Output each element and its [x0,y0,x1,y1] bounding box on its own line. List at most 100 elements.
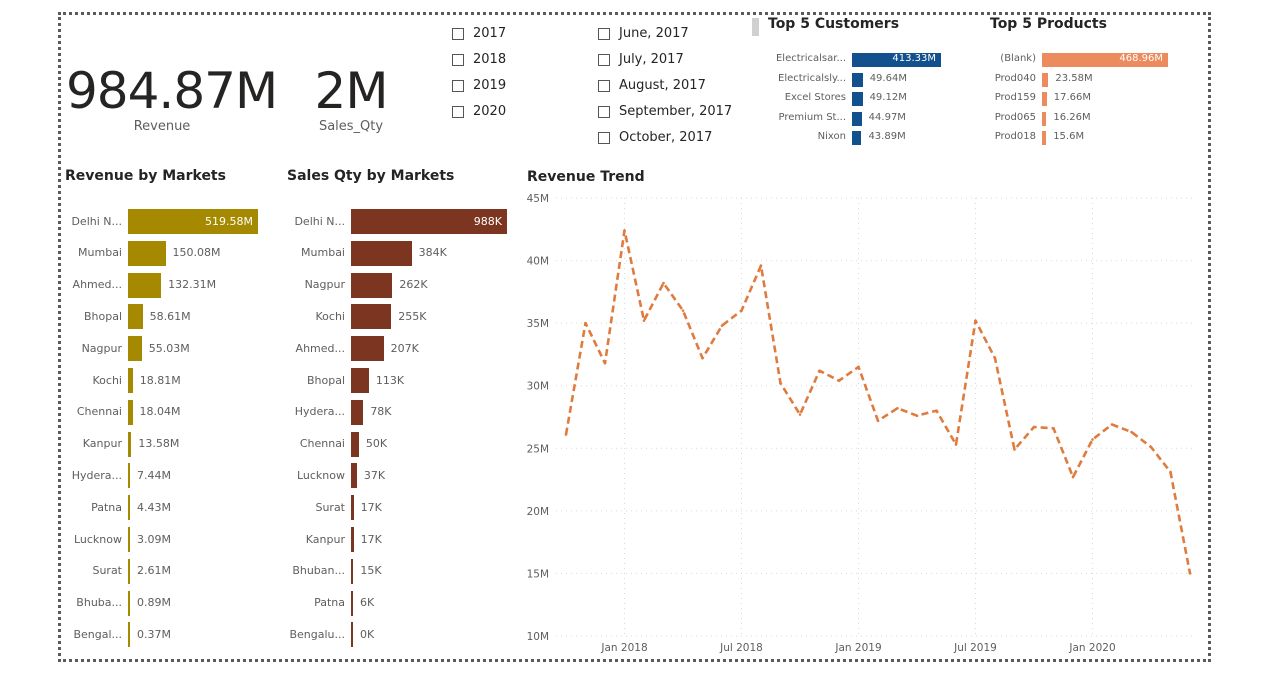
checkbox-icon[interactable] [452,27,464,40]
bar[interactable] [351,304,392,330]
bar[interactable] [351,240,412,266]
bar[interactable] [351,336,384,362]
bar[interactable] [128,336,142,362]
data-label: 23.58M [1055,72,1093,84]
bar[interactable] [128,527,130,552]
bar[interactable] [852,92,863,107]
bar[interactable] [128,431,132,457]
data-label: 2.61M [137,564,171,578]
bar[interactable] [128,495,130,521]
data-label: 37K [363,468,386,482]
data-label: 15.6M [1053,131,1085,143]
category-label: Mumbai [78,246,122,260]
bar[interactable] [1042,72,1049,87]
category-label: Bhuba... [76,596,122,610]
bar[interactable] [351,558,354,584]
bar[interactable] [852,131,862,146]
data-label: 55.03M [148,341,190,355]
category-label: Delhi N... [71,214,122,228]
data-label: 384K [418,246,447,260]
bar[interactable] [351,495,354,521]
data-label: 17.66M [1053,92,1091,104]
bar[interactable] [128,304,143,330]
data-label: 413.33M [892,53,936,64]
sales-qty-kpi-label: Sales_Qty [318,119,384,134]
bar[interactable] [351,463,357,489]
month-slicer-item[interactable]: August, 2017 [598,78,706,93]
data-label: 17K [360,532,382,546]
year-slicer-item[interactable]: 2017 [452,26,506,41]
category-label: Ahmed... [295,341,345,355]
revenue-by-markets-title: Revenue by Markets [65,168,226,184]
revenue-kpi-value: 984.87M [66,62,278,120]
bar[interactable] [852,72,863,87]
data-label: 18.81M [139,373,181,387]
bar[interactable] [128,272,162,298]
bar[interactable] [351,368,369,393]
month-slicer-item[interactable]: October, 2017 [598,130,712,145]
category-label: Lucknow [73,532,122,546]
category-label: Bhuban... [292,564,345,578]
bar[interactable] [128,463,130,489]
month-slicer-item[interactable]: July, 2017 [598,52,684,67]
category-label: Nagpur [81,341,122,355]
bar[interactable] [1042,92,1047,107]
slicer-scrollbar[interactable] [752,18,759,36]
bar[interactable] [852,111,862,126]
bar[interactable] [128,558,130,584]
data-label: 0.89M [137,596,171,610]
year-slicer-item[interactable]: 2019 [452,78,506,93]
bar[interactable] [1042,131,1047,146]
checkbox-icon[interactable] [452,105,464,118]
category-label: Bengal... [73,627,122,641]
bar[interactable] [128,622,130,648]
bar[interactable] [351,399,364,425]
month-slicer-item[interactable]: September, 2017 [598,104,732,119]
category-label: Electricalsly... [778,72,846,84]
bar[interactable] [351,590,353,616]
month-slicer-label: September, 2017 [619,104,733,119]
checkbox-icon[interactable] [452,79,464,92]
data-label: 113K [375,373,405,387]
category-label: Nixon [817,131,846,143]
checkbox-icon[interactable] [598,79,610,92]
bar[interactable] [1042,111,1047,126]
top-customers-title: Top 5 Customers [768,16,900,32]
checkbox-icon[interactable] [598,53,610,66]
data-label: 468.96M [1119,53,1163,64]
bar[interactable] [128,240,166,266]
data-label: 0.37M [137,627,171,641]
data-label: 13.58M [138,437,180,451]
bar[interactable] [128,368,133,393]
category-label: Chennai [76,405,122,419]
data-label: 7.44M [137,468,171,482]
data-label: 50K [365,437,388,451]
year-slicer-item[interactable]: 2020 [452,104,506,119]
checkbox-icon[interactable] [598,105,610,118]
revenue-kpi-label: Revenue [133,119,191,134]
year-slicer-label: 2018 [473,52,507,67]
category-label: Bhopal [306,373,345,387]
bar[interactable] [128,399,133,425]
bar[interactable] [351,622,353,648]
data-label: 0K [360,627,375,641]
checkbox-icon[interactable] [598,131,610,144]
category-label: (Blank) [1000,53,1036,64]
year-slicer-item[interactable]: 2018 [452,52,506,67]
month-slicer-item[interactable]: June, 2017 [598,26,689,41]
month-slicer-label: June, 2017 [619,26,689,41]
category-label: Prod159 [994,92,1036,104]
data-label: 132.31M [168,278,217,292]
year-slicer-label: 2017 [473,26,507,41]
checkbox-icon[interactable] [452,53,464,66]
data-label: 44.97M [868,111,906,123]
category-label: Surat [92,564,122,578]
data-label: 6K [360,596,375,610]
checkbox-icon[interactable] [598,27,610,40]
bar[interactable] [351,527,354,552]
category-label: Prod018 [994,131,1036,143]
bar[interactable] [351,272,393,298]
bar[interactable] [351,431,359,457]
bar[interactable] [128,590,130,616]
category-label: Surat [315,500,345,514]
